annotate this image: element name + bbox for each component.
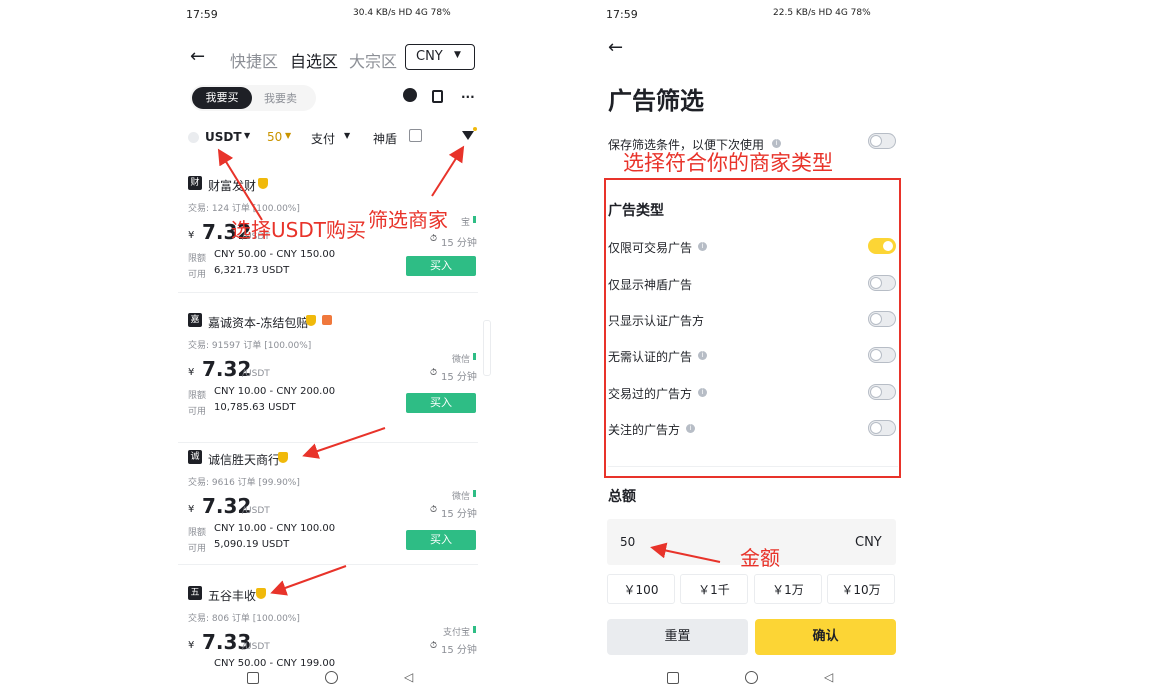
arrow-to-filter xyxy=(431,145,465,197)
annotation-amount: 金额 xyxy=(740,546,780,570)
annotation-arrows xyxy=(217,145,721,596)
arrow-to-merchant-3 xyxy=(302,427,386,459)
arrow-to-merchant-4 xyxy=(270,565,347,596)
annotation-choose-type: 选择符合你的商家类型 xyxy=(623,151,833,175)
annotation-select-usdt: 选择USDT购买 xyxy=(231,218,366,242)
annotation-filter-merchant: 筛选商家 xyxy=(368,208,448,232)
arrow-to-usdt xyxy=(217,148,263,221)
arrow-to-amount xyxy=(650,542,721,563)
